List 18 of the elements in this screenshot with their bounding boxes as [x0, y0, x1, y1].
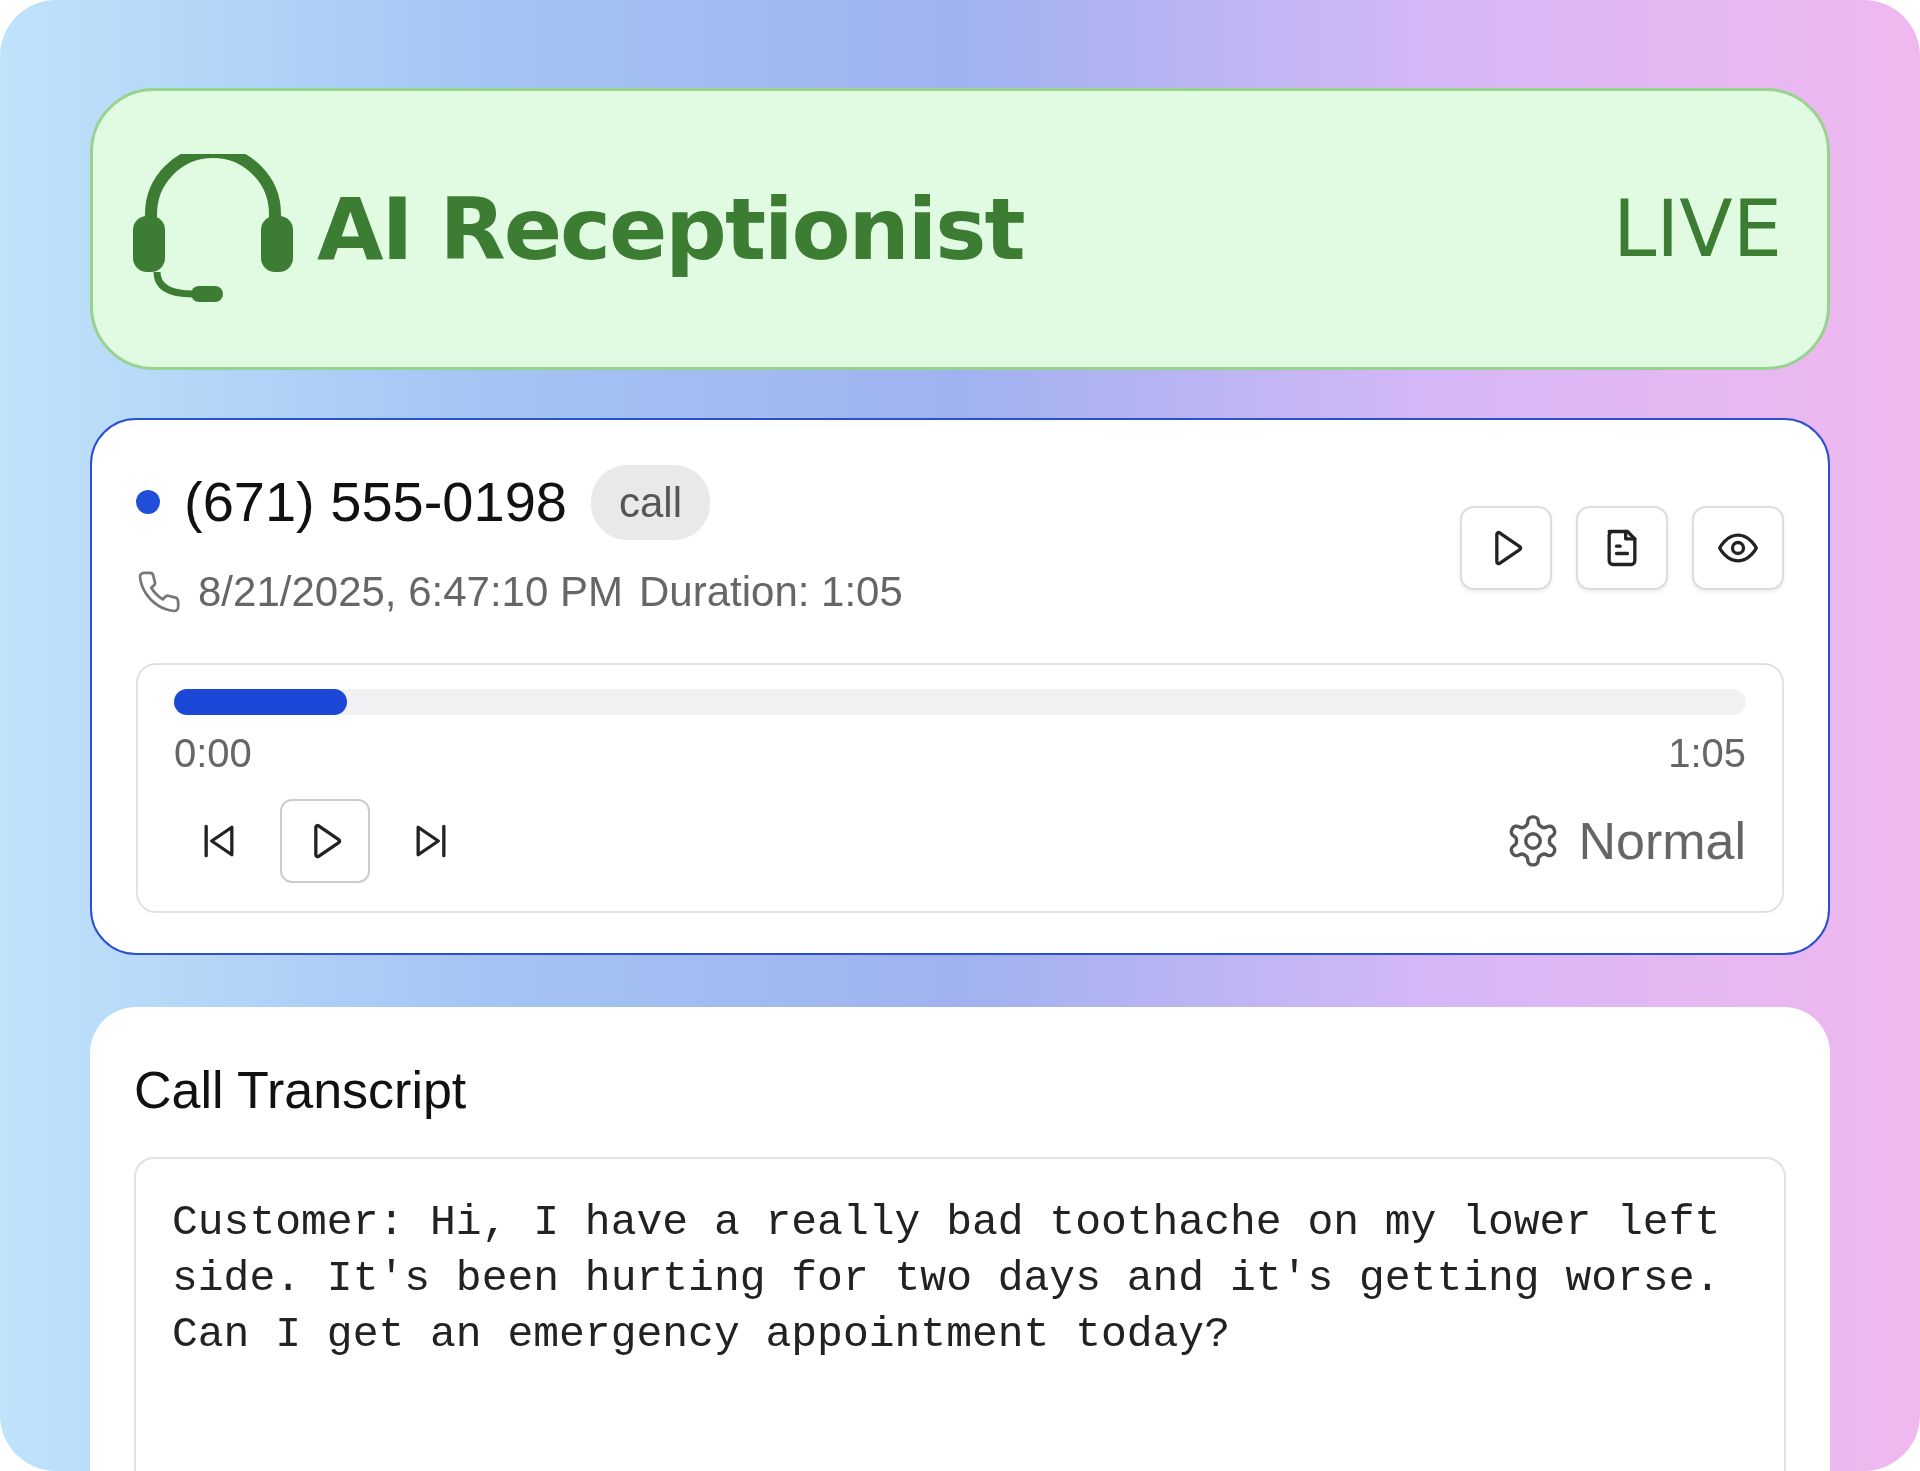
phone-icon	[136, 568, 182, 615]
play-button[interactable]	[280, 799, 370, 883]
document-button[interactable]	[1576, 506, 1668, 590]
play-button[interactable]	[1460, 506, 1552, 590]
total-time: 1:05	[1668, 730, 1746, 777]
elapsed-time: 0:00	[174, 730, 252, 777]
headset-icon	[133, 154, 293, 304]
call-tag: call	[590, 464, 710, 540]
app-title: AI Receptionist	[317, 177, 1024, 281]
call-duration: Duration: 1:05	[639, 567, 903, 617]
transcript-title: Call Transcript	[134, 1060, 468, 1121]
phone-number: (671) 555-0198	[184, 469, 567, 535]
view-button[interactable]	[1692, 506, 1784, 590]
call-datetime: 8/21/2025, 6:47:10 PM	[198, 567, 623, 617]
speed-button[interactable]: Normal	[1504, 802, 1746, 880]
progress-track[interactable]	[174, 689, 1746, 715]
transcript-text: Customer: Hi, I have a really bad toothache on my lower left side. It's been hurting for two days and it's getting worse. Can I get an emergency appointment today?	[172, 1197, 1722, 1361]
live-status: LIVE	[1612, 182, 1782, 276]
